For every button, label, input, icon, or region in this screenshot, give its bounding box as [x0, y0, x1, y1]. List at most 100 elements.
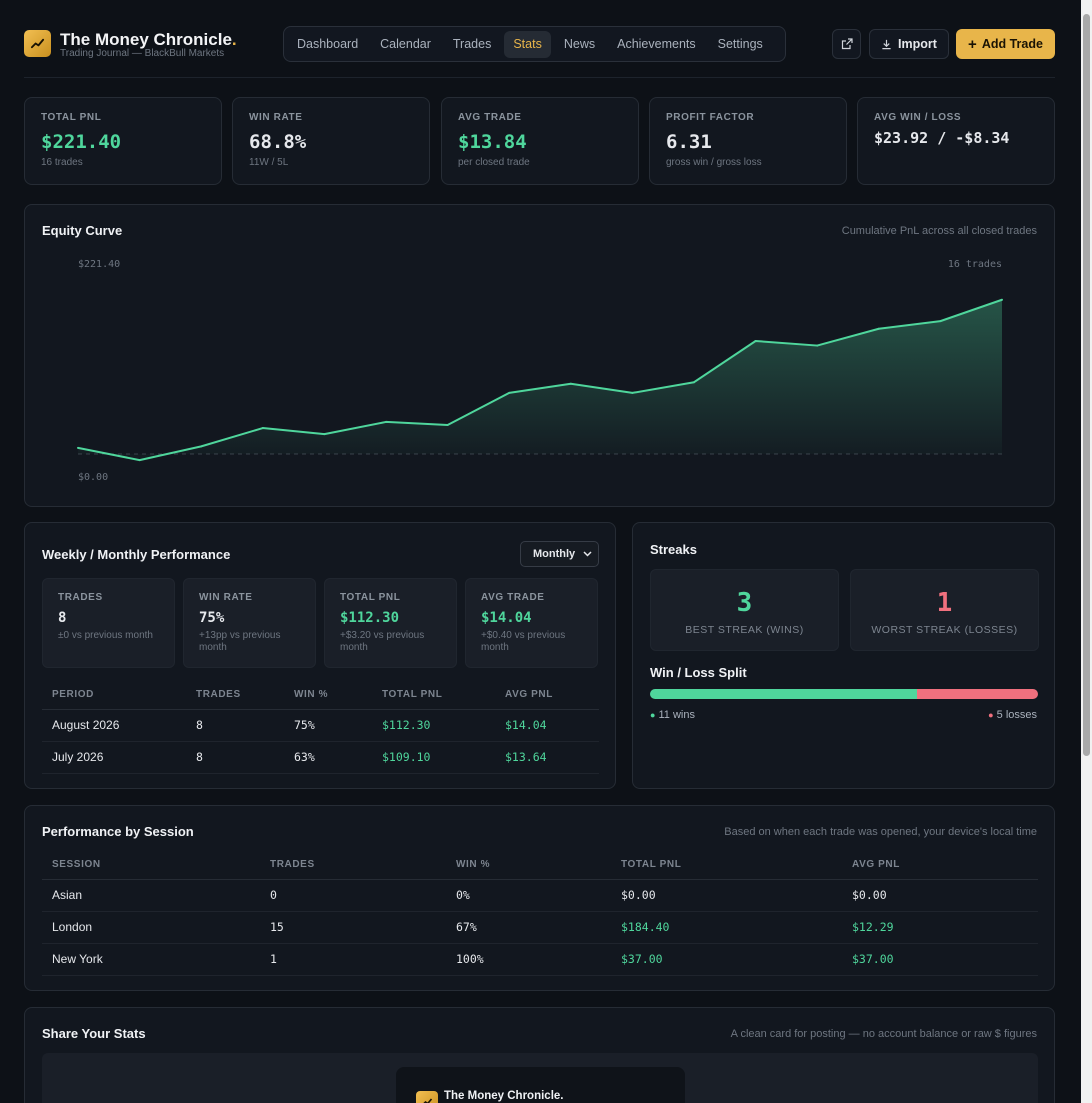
session-note: Based on when each trade was opened, you…	[724, 826, 1037, 838]
tile-trades: TRADES 8 ±0 vs previous month	[42, 578, 175, 668]
equity-point	[77, 446, 79, 449]
wins-label: 11 wins	[658, 709, 695, 721]
download-icon	[882, 39, 891, 49]
y-max-label: $221.40	[78, 259, 120, 270]
equity-point	[939, 320, 942, 323]
table-row: Asian 0 0% $0.00 $0.00	[42, 879, 1038, 912]
chevron-down-icon	[583, 551, 592, 557]
worst-streak-value: 1	[936, 588, 953, 618]
equity-area	[78, 299, 1002, 461]
share-preview-area: The Money Chronicle.	[42, 1053, 1038, 1103]
plus-icon: +	[968, 35, 977, 53]
tile-win-rate: WIN RATE 75% +13pp vs previous month	[183, 578, 316, 668]
header-divider	[24, 77, 1055, 78]
total-pnl-cell: $0.00	[611, 879, 842, 912]
tile-label: TRADES	[58, 592, 103, 603]
best-streak-label: BEST STREAK (WINS)	[685, 624, 804, 636]
streaks-panel: Streaks 3 BEST STREAK (WINS) 1 WORST STR…	[632, 522, 1055, 789]
kpi-sub: gross win / gross loss	[666, 157, 762, 168]
column-header: TRADES	[186, 681, 284, 710]
nav-trades[interactable]: Trades	[444, 31, 500, 58]
trades-cell: 8	[186, 709, 284, 742]
tile-value: $112.30	[340, 610, 400, 626]
share-card-title: The Money Chronicle.	[444, 1090, 564, 1102]
kpi-label: WIN RATE	[249, 112, 303, 123]
add-trade-label: Add Trade	[981, 37, 1043, 51]
tile-sub: +$3.20 vs previous month	[340, 630, 425, 653]
performance-title: Weekly / Monthly Performance	[42, 547, 231, 562]
equity-point	[631, 391, 634, 394]
column-header: TRADES	[260, 851, 446, 880]
chart-up-icon	[24, 30, 51, 57]
win-pct-cell: 63%	[284, 741, 372, 774]
equity-point	[385, 420, 387, 423]
total-pnl-cell: $37.00	[611, 943, 842, 976]
total-pnl-cell: $112.30	[372, 709, 495, 742]
tile-avg-trade: AVG TRADE $14.04 +$0.40 vs previous mont…	[465, 578, 598, 668]
column-header: TOTAL PNL	[611, 851, 842, 880]
import-button[interactable]: Import	[869, 29, 949, 59]
kpi-profit-factor: PROFIT FACTOR 6.31 gross win / gross los…	[649, 97, 847, 185]
session-cell: London	[42, 911, 260, 944]
kpi-sub: per closed trade	[458, 157, 530, 168]
page-scrollbar[interactable]	[1081, 0, 1092, 1103]
kpi-label: TOTAL PNL	[41, 112, 102, 123]
share-panel: Share Your Stats A clean card for postin…	[24, 1007, 1055, 1103]
external-link-icon	[841, 38, 853, 50]
kpi-total-pnl: TOTAL PNL $221.40 16 trades	[24, 97, 222, 185]
export-button[interactable]	[832, 29, 861, 59]
table-row: New York 1 100% $37.00 $37.00	[42, 943, 1038, 976]
tile-total-pnl: TOTAL PNL $112.30 +$3.20 vs previous mon…	[324, 578, 457, 668]
loss-segment	[916, 689, 1038, 699]
equity-point	[138, 459, 141, 462]
nav-calendar[interactable]: Calendar	[371, 31, 440, 58]
equity-point	[569, 382, 572, 385]
equity-point	[323, 433, 326, 436]
wins-legend: ● 11 wins	[650, 709, 695, 721]
equity-point	[261, 427, 264, 430]
equity-point	[200, 445, 203, 448]
nav-settings[interactable]: Settings	[709, 31, 772, 58]
equity-point	[877, 327, 880, 330]
kpi-value: $221.40	[41, 131, 122, 153]
y-zero-label: $0.00	[78, 472, 108, 483]
streaks-title: Streaks	[650, 542, 697, 557]
equity-point	[693, 381, 695, 384]
nav-news[interactable]: News	[555, 31, 604, 58]
equity-curve-panel: Equity Curve Cumulative PnL across all c…	[24, 204, 1055, 507]
tile-sub: +13pp vs previous month	[199, 630, 281, 653]
nav-dashboard[interactable]: Dashboard	[288, 31, 367, 58]
win-loss-split-title: Win / Loss Split	[650, 665, 747, 680]
nav-stats[interactable]: Stats	[504, 30, 551, 58]
table-row: July 2026 8 63% $109.10 $13.64	[42, 741, 599, 774]
equity-chart: $221.40 16 trades $0.00	[77, 259, 1003, 483]
period-cell: August 2026	[42, 709, 186, 742]
column-header: TOTAL PNL	[372, 681, 495, 710]
avg-pnl-cell: $12.29	[842, 911, 1038, 944]
session-cell: New York	[42, 943, 260, 976]
app-header: The Money Chronicle. Trading Journal — B…	[24, 26, 1055, 62]
performance-table: PERIOD TRADES WIN % TOTAL PNL AVG PNL Au…	[42, 681, 599, 774]
kpi-value: $13.84	[458, 131, 527, 153]
tile-sub: ±0 vs previous month	[58, 630, 153, 641]
win-pct-cell: 0%	[446, 879, 611, 912]
avg-pnl-cell: $14.04	[495, 709, 599, 742]
nav-achievements[interactable]: Achievements	[608, 31, 705, 58]
add-trade-button[interactable]: + Add Trade	[956, 29, 1055, 59]
win-loss-bar	[650, 689, 1038, 699]
period-select[interactable]: Monthly	[520, 541, 599, 567]
win-pct-cell: 67%	[446, 911, 611, 944]
trades-cell: 15	[260, 911, 446, 944]
scrollbar-thumb[interactable]	[1083, 14, 1090, 756]
period-select-value: Monthly	[533, 548, 576, 560]
share-title: Share Your Stats	[42, 1026, 146, 1041]
win-segment	[650, 689, 917, 699]
kpi-avg-win-loss: AVG WIN / LOSS $23.92 / -$8.34	[857, 97, 1055, 185]
column-header: WIN %	[284, 681, 372, 710]
win-pct-cell: 75%	[284, 709, 372, 742]
total-pnl-cell: $184.40	[611, 911, 842, 944]
share-card: The Money Chronicle.	[396, 1067, 685, 1103]
losses-label: 5 losses	[996, 709, 1037, 721]
chart-up-icon	[416, 1091, 438, 1103]
trades-cell: 8	[186, 741, 284, 774]
